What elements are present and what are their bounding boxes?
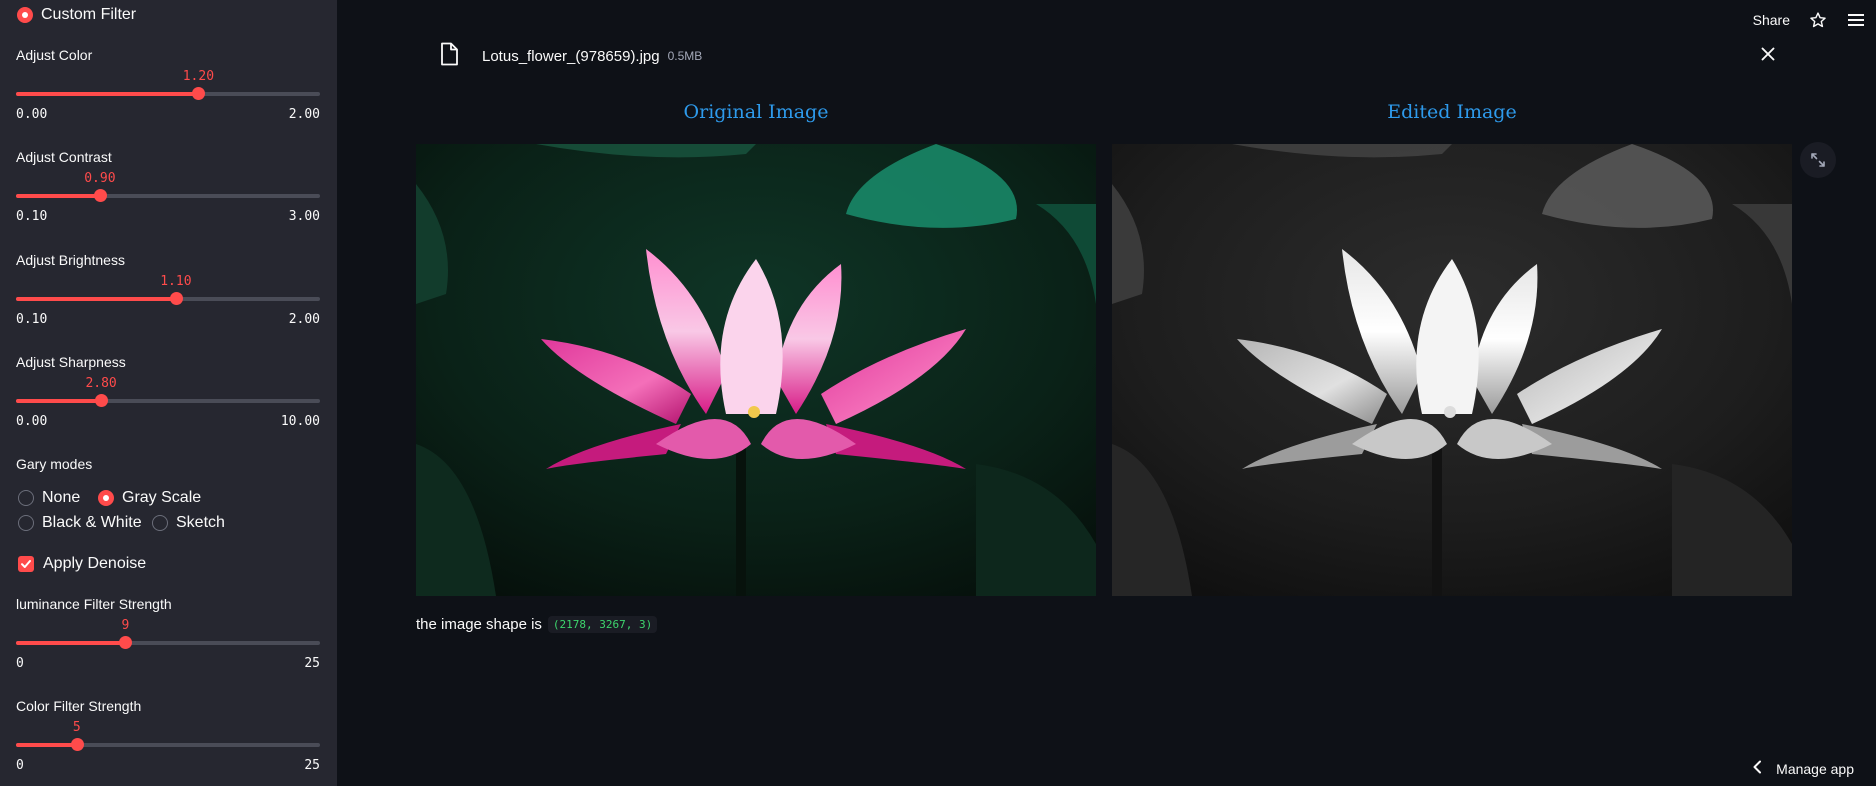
slider-track[interactable]	[16, 189, 320, 202]
file-size: 0.5MB	[667, 49, 703, 63]
manage-app-label: Manage app	[1776, 760, 1854, 777]
slider-max: 3.00	[288, 209, 320, 224]
luminance-filter-slider[interactable]: luminance Filter Strength 9 0 25	[16, 596, 320, 671]
slider-fill	[16, 297, 176, 301]
slider-track[interactable]	[16, 738, 320, 751]
slider-label: Color Filter Strength	[16, 698, 142, 714]
star-icon[interactable]	[1808, 10, 1828, 30]
slider-track[interactable]	[16, 87, 320, 100]
slider-max: 10.00	[280, 414, 320, 429]
slider-min: 0.00	[16, 414, 48, 429]
sidebar: Custom Filter Adjust Color 1.20 0.00 2.0…	[0, 0, 337, 786]
slider-label: Adjust Brightness	[16, 252, 125, 268]
radio-label: Sketch	[176, 514, 225, 531]
slider-min: 0	[16, 656, 24, 671]
slider-value: 5	[72, 720, 81, 735]
color-filter-slider[interactable]: Color Filter Strength 5 0 25	[16, 698, 320, 773]
original-lotus-image	[416, 144, 1096, 596]
denoise-label: Apply Denoise	[43, 555, 147, 572]
checkbox-checked-icon	[18, 556, 34, 572]
radio-label: None	[42, 489, 81, 506]
app-toolbar: Share	[1753, 10, 1866, 30]
slider-label: Adjust Sharpness	[16, 354, 126, 370]
adjust-color-slider[interactable]: Adjust Color 1.20 0.00 2.00	[16, 47, 320, 122]
slider-value: 1.10	[160, 274, 192, 289]
image-shape-line: the image shape is (2178, 3267, 3)	[416, 616, 658, 633]
slider-label: Adjust Contrast	[16, 149, 112, 165]
radio-selected-icon	[17, 7, 33, 23]
adjust-contrast-slider[interactable]: Adjust Contrast 0.90 0.10 3.00	[16, 149, 320, 224]
slider-value: 2.80	[85, 376, 117, 391]
slider-track[interactable]	[16, 636, 320, 649]
gray-mode-black-white[interactable]: Black & White	[18, 514, 142, 532]
slider-fill	[16, 743, 77, 747]
edited-image-title: Edited Image	[1387, 101, 1517, 123]
slider-min: 0	[16, 758, 24, 773]
slider-fill	[16, 92, 199, 96]
custom-filter-label: Custom Filter	[41, 6, 137, 23]
share-button[interactable]: Share	[1753, 12, 1790, 28]
slider-max: 2.00	[288, 312, 320, 327]
slider-fill	[16, 641, 126, 645]
slider-label: luminance Filter Strength	[16, 596, 172, 612]
slider-value: 0.90	[84, 171, 116, 186]
file-icon	[438, 42, 460, 71]
shape-code: (2178, 3267, 3)	[547, 616, 658, 633]
slider-thumb[interactable]	[93, 189, 107, 202]
fullscreen-expand-icon[interactable]	[1800, 142, 1836, 178]
radio-label: Gray Scale	[122, 489, 202, 506]
file-name: Lotus_flower_(978659).jpg	[482, 47, 660, 65]
radio-icon	[18, 490, 34, 506]
edited-lotus-image	[1112, 144, 1792, 596]
original-image-title: Original Image	[683, 101, 829, 123]
custom-filter-radio[interactable]: Custom Filter	[17, 6, 136, 24]
shape-text: the image shape is	[416, 616, 542, 633]
slider-fill	[16, 194, 100, 198]
uploaded-file-row: Lotus_flower_(978659).jpg 0.5MB	[438, 42, 1778, 71]
slider-min: 0.00	[16, 107, 48, 122]
slider-thumb[interactable]	[95, 394, 109, 407]
slider-thumb[interactable]	[70, 738, 84, 751]
radio-selected-icon	[98, 490, 114, 506]
adjust-sharpness-slider[interactable]: Adjust Sharpness 2.80 0.00 10.00	[16, 354, 320, 429]
slider-thumb[interactable]	[119, 636, 133, 649]
manage-app-button[interactable]: Manage app	[1752, 760, 1854, 777]
slider-value: 9	[121, 618, 130, 633]
gray-mode-gray-scale[interactable]: Gray Scale	[98, 489, 201, 507]
radio-icon	[152, 515, 168, 531]
slider-max: 25	[304, 758, 320, 773]
slider-fill	[16, 399, 102, 403]
slider-thumb[interactable]	[192, 87, 206, 100]
slider-track[interactable]	[16, 394, 320, 407]
slider-max: 2.00	[288, 107, 320, 122]
gray-mode-none[interactable]: None	[18, 489, 80, 507]
slider-min: 0.10	[16, 312, 48, 327]
slider-value: 1.20	[182, 69, 215, 84]
radio-icon	[18, 515, 34, 531]
slider-min: 0.10	[16, 209, 48, 224]
radio-label: Black & White	[42, 514, 142, 531]
close-icon[interactable]	[1758, 44, 1778, 64]
adjust-brightness-slider[interactable]: Adjust Brightness 1.10 0.10 2.00	[16, 252, 320, 327]
apply-denoise-checkbox[interactable]: Apply Denoise	[18, 555, 146, 573]
slider-label: Adjust Color	[16, 47, 93, 63]
hamburger-menu-icon[interactable]	[1846, 10, 1866, 30]
chevron-left-icon	[1752, 760, 1762, 777]
slider-max: 25	[304, 656, 320, 671]
gray-modes-label: Gary modes	[16, 456, 93, 472]
slider-thumb[interactable]	[169, 292, 183, 305]
gray-mode-sketch[interactable]: Sketch	[152, 514, 225, 532]
slider-track[interactable]	[16, 292, 320, 305]
